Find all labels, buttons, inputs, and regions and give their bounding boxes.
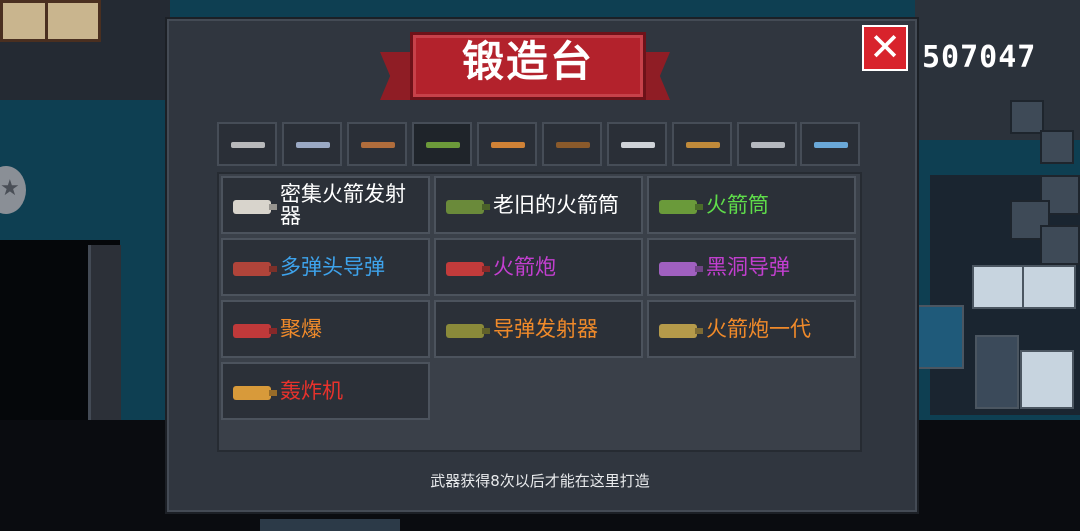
weapon-icon bbox=[446, 324, 484, 338]
title-banner: 锻造台 bbox=[380, 30, 670, 108]
weapon-item[interactable]: 密集火箭发射器 bbox=[221, 176, 430, 234]
tab-pistol[interactable] bbox=[217, 122, 277, 166]
tab-blaster[interactable] bbox=[477, 122, 537, 166]
weapon-name: 多弹头导弹 bbox=[280, 255, 385, 279]
tab-fish[interactable] bbox=[800, 122, 860, 166]
page-title: 锻造台 bbox=[461, 37, 594, 86]
tab-bow[interactable] bbox=[542, 122, 602, 166]
weapon-icon bbox=[659, 200, 697, 214]
tab-sword[interactable] bbox=[607, 122, 667, 166]
pistol-icon bbox=[231, 142, 265, 148]
weapon-icon bbox=[446, 200, 484, 214]
weapon-item[interactable]: 火箭炮一代 bbox=[647, 300, 856, 358]
weapon-item[interactable]: 老旧的火箭筒 bbox=[434, 176, 643, 234]
shotgun-icon bbox=[361, 142, 395, 148]
fish-icon bbox=[814, 142, 848, 148]
weapon-item[interactable]: 聚爆 bbox=[221, 300, 430, 358]
bow-icon bbox=[556, 142, 590, 148]
weapon-icon bbox=[446, 262, 484, 276]
gem-count: 507047 bbox=[922, 40, 1037, 75]
rifle-icon bbox=[296, 142, 330, 148]
weapon-list: 密集火箭发射器 老旧的火箭筒 火箭筒 多弹头导弹 火箭炮 黑洞导弹 聚爆 导弹发… bbox=[217, 172, 862, 452]
weapon-item[interactable]: 火箭炮 bbox=[434, 238, 643, 296]
weapon-item[interactable]: 火箭筒 bbox=[647, 176, 856, 234]
rocket-launcher-icon bbox=[426, 142, 460, 148]
forge-hint-text: 武器获得8次以后才能在这里打造 bbox=[430, 472, 650, 490]
weapon-item[interactable]: 多弹头导弹 bbox=[221, 238, 430, 296]
weapon-name: 轰炸机 bbox=[280, 379, 343, 403]
weapon-item[interactable]: 导弹发射器 bbox=[434, 300, 643, 358]
weapon-name: 导弹发射器 bbox=[493, 317, 598, 341]
tab-rocket-launcher[interactable] bbox=[412, 122, 472, 166]
close-button[interactable]: ✕ bbox=[862, 25, 908, 71]
weapon-category-tabs bbox=[217, 122, 862, 168]
tab-staff[interactable] bbox=[672, 122, 732, 166]
weapon-icon bbox=[659, 324, 697, 338]
weapon-name: 密集火箭发射器 bbox=[280, 182, 406, 228]
weapon-icon bbox=[659, 262, 697, 276]
weapon-name: 火箭炮一代 bbox=[706, 317, 811, 341]
tab-shotgun[interactable] bbox=[347, 122, 407, 166]
weapon-name: 聚爆 bbox=[280, 317, 322, 341]
weapon-name: 火箭筒 bbox=[706, 193, 769, 217]
weapon-icon bbox=[233, 386, 271, 400]
close-icon: ✕ bbox=[869, 25, 901, 69]
sword-icon bbox=[621, 142, 655, 148]
weapon-icon bbox=[233, 324, 271, 338]
weapon-name: 老旧的火箭筒 bbox=[493, 193, 619, 217]
weapon-name: 火箭炮 bbox=[493, 255, 556, 279]
blaster-icon bbox=[491, 142, 525, 148]
staff-icon bbox=[686, 142, 720, 148]
weapon-item[interactable]: 轰炸机 bbox=[221, 362, 430, 420]
tab-shuriken[interactable] bbox=[737, 122, 797, 166]
weapon-item[interactable]: 黑洞导弹 bbox=[647, 238, 856, 296]
weapon-icon bbox=[233, 200, 271, 214]
shuriken-icon bbox=[751, 142, 785, 148]
tab-rifle[interactable] bbox=[282, 122, 342, 166]
weapon-icon bbox=[233, 262, 271, 276]
weapon-name: 黑洞导弹 bbox=[706, 255, 790, 279]
